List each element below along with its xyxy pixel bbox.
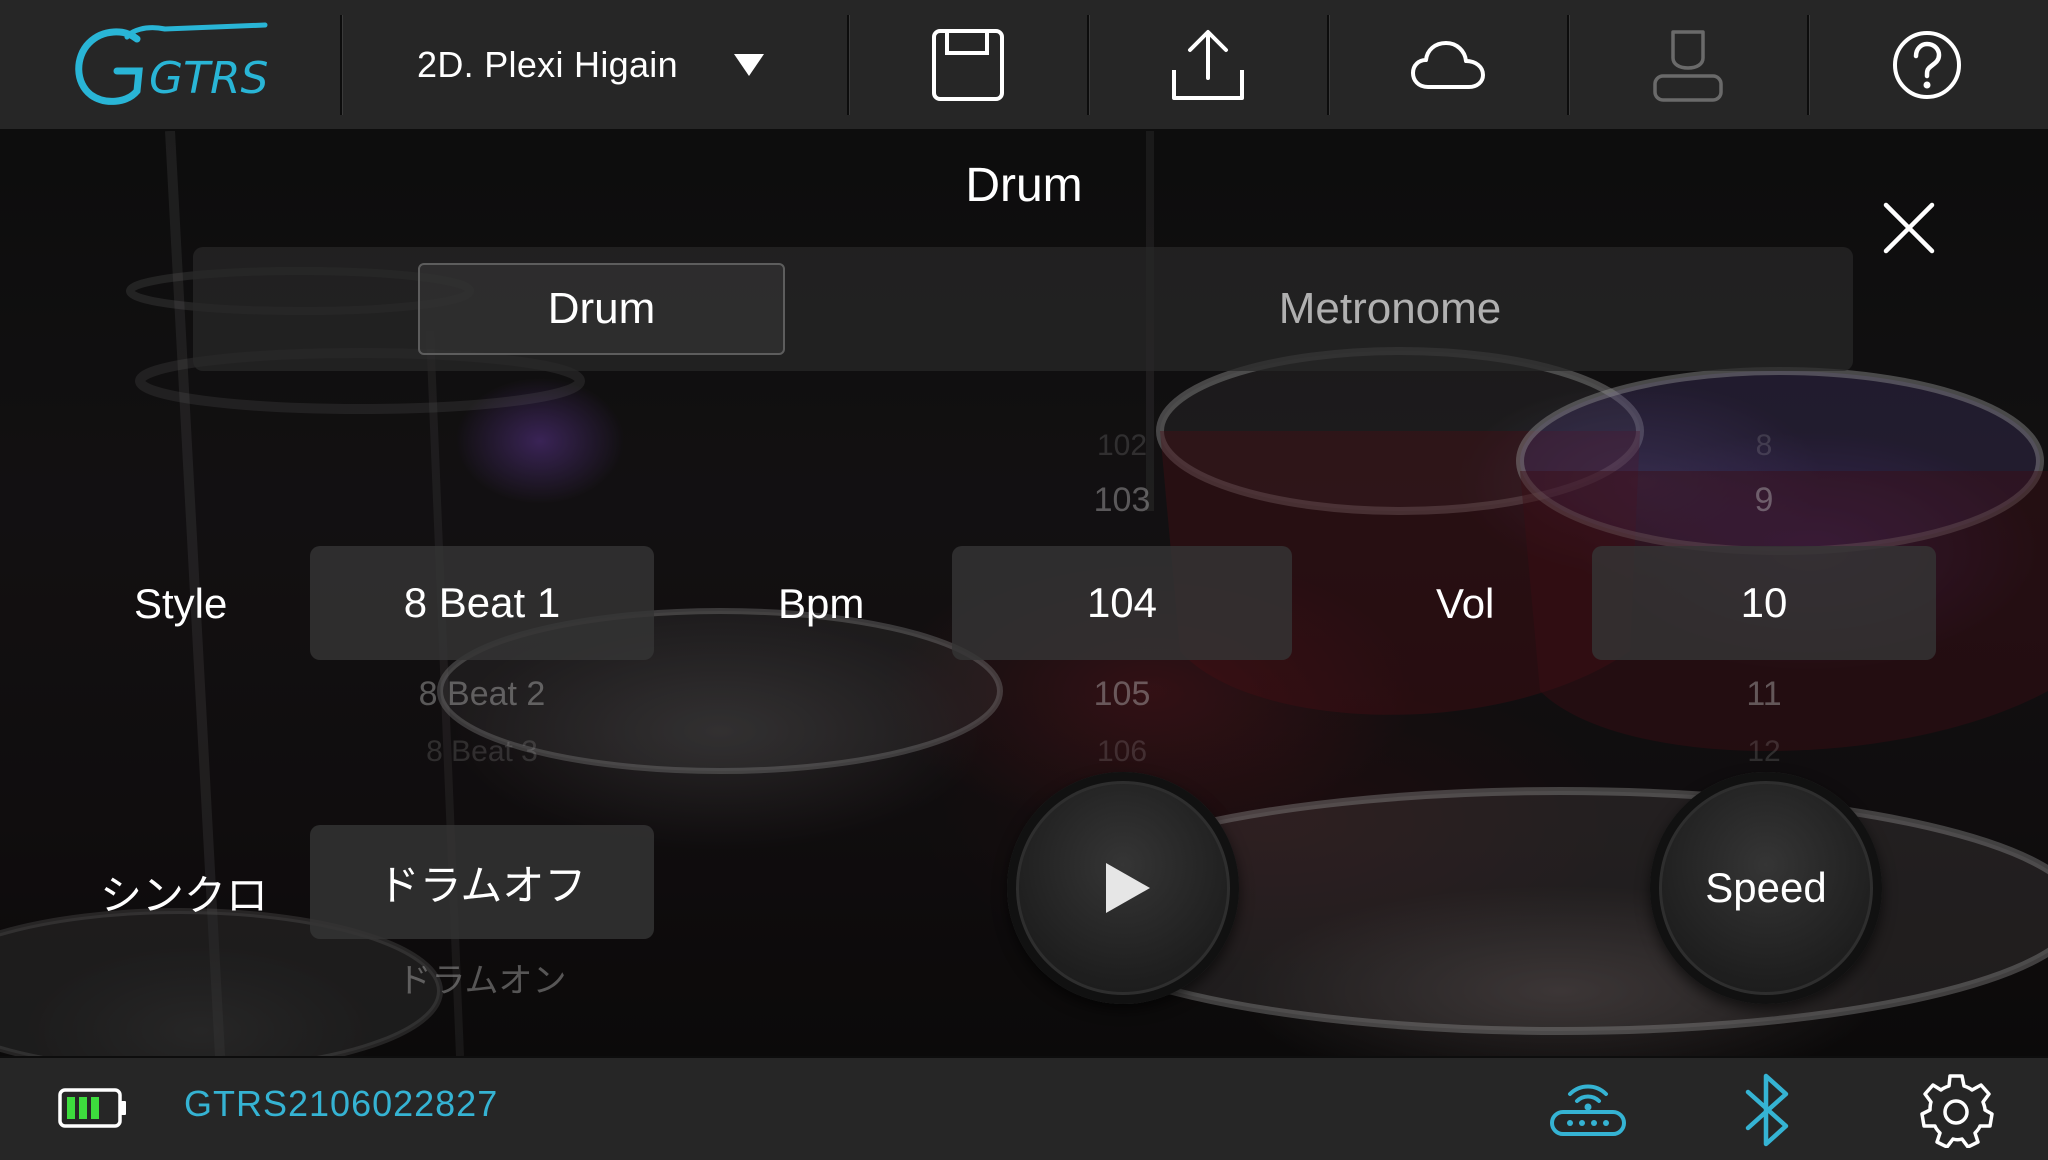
preset-selector[interactable]: 2D. Plexi Higain: [342, 0, 847, 130]
vol-option-next[interactable]: 11: [1592, 675, 1936, 714]
device-id: GTRS2106022827: [184, 1083, 499, 1124]
save-button[interactable]: [849, 0, 1087, 130]
save-icon: [932, 28, 1004, 101]
close-icon: [1883, 202, 1935, 254]
bpm-picker[interactable]: 104: [952, 546, 1292, 660]
style-option-next[interactable]: 8 Beat 2: [310, 675, 654, 714]
battery-icon: [58, 1088, 128, 1133]
sync-option-next[interactable]: ドラムオン: [310, 953, 654, 1002]
vol-label: Vol: [1436, 580, 1495, 627]
play-icon: [1106, 863, 1150, 913]
bluetooth-button[interactable]: [1738, 1072, 1798, 1153]
preset-name: 2D. Plexi Higain: [417, 43, 678, 85]
sync-picker[interactable]: ドラムオフ: [310, 825, 654, 939]
vol-option-prev[interactable]: 9: [1592, 481, 1936, 520]
wifi-router-icon: [1550, 1084, 1626, 1136]
gtrs-logo-mark: GTRS: [75, 22, 268, 105]
status-bar: GTRS2106022827: [0, 1056, 2048, 1160]
panel-title: Drum: [965, 159, 1083, 212]
style-picker[interactable]: 8 Beat 1: [310, 546, 654, 660]
settings-button[interactable]: [1918, 1072, 1994, 1153]
gtrs-logo: GTRS: [0, 0, 340, 130]
top-bar: GTRS 2D. Plexi Higain: [0, 0, 2048, 131]
speed-label: Speed: [1705, 864, 1827, 911]
drum-panel: Drum Drum Metronome Style 8 Beat 1 8 Bea…: [0, 131, 2048, 1056]
bpm-option-prev2[interactable]: 102: [952, 429, 1292, 463]
user-icon: [1653, 29, 1723, 102]
tab-bar: Drum Metronome: [193, 247, 1853, 371]
speed-button[interactable]: Speed: [1650, 772, 1882, 1004]
help-icon: [1893, 30, 1961, 99]
svg-text:GTRS: GTRS: [149, 53, 268, 104]
vol-option-prev2[interactable]: 8: [1592, 429, 1936, 463]
upload-button[interactable]: [1089, 0, 1327, 130]
vol-option-next2[interactable]: 12: [1592, 735, 1936, 769]
sync-label: シンクロ: [100, 872, 269, 919]
cloud-button[interactable]: [1329, 0, 1567, 130]
bpm-option-next[interactable]: 105: [952, 675, 1292, 714]
cloud-icon: [1411, 40, 1485, 89]
style-option-next2[interactable]: 8 Beat 3: [310, 735, 654, 769]
account-button[interactable]: [1569, 0, 1807, 130]
wifi-router-button[interactable]: [1548, 1078, 1628, 1143]
bpm-option-next2[interactable]: 106: [952, 735, 1292, 769]
bpm-label: Bpm: [778, 580, 865, 627]
tab-metronome[interactable]: Metronome: [1245, 263, 1535, 355]
help-button[interactable]: [1809, 0, 2045, 130]
bpm-option-prev[interactable]: 103: [952, 481, 1292, 520]
vol-picker[interactable]: 10: [1592, 546, 1936, 660]
close-button[interactable]: [1880, 199, 1938, 257]
upload-icon: [1172, 29, 1244, 100]
play-button[interactable]: [1007, 772, 1239, 1004]
gear-icon: [1920, 1074, 1994, 1149]
tab-drum[interactable]: Drum: [418, 263, 785, 355]
style-label: Style: [134, 580, 228, 627]
caret-down-icon: [733, 53, 764, 76]
bluetooth-icon: [1745, 1073, 1789, 1147]
